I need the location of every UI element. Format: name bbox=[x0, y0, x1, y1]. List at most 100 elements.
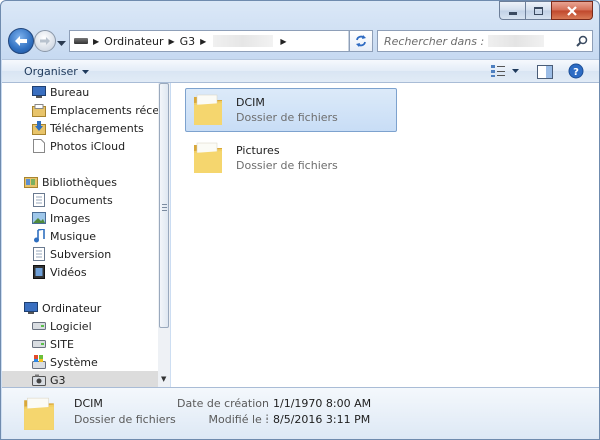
nav-item-drive-site[interactable]: SITE bbox=[2, 335, 158, 353]
nav-item-label: Emplacements récents bbox=[50, 103, 158, 117]
preview-pane-icon bbox=[537, 65, 553, 79]
nav-item-label: Musique bbox=[50, 229, 96, 243]
nav-item-recent-places[interactable]: Emplacements récents bbox=[2, 101, 158, 119]
explorer-window: ▶ Ordinateur ▶ G3 ▶ ▶ Rechercher dans : bbox=[0, 0, 600, 440]
preview-pane-button[interactable] bbox=[537, 65, 553, 82]
breadcrumb-g3[interactable]: G3 bbox=[180, 35, 196, 48]
nav-item-music[interactable]: Musique bbox=[2, 227, 158, 245]
organize-label: Organiser bbox=[24, 65, 78, 78]
nav-item-label: Vidéos bbox=[50, 265, 87, 279]
search-icon[interactable] bbox=[576, 35, 588, 47]
recent-places-icon bbox=[32, 103, 46, 117]
navigation-bar: ▶ Ordinateur ▶ G3 ▶ ▶ Rechercher dans : bbox=[1, 27, 599, 57]
recent-pages-button[interactable] bbox=[57, 37, 67, 47]
minimize-button[interactable] bbox=[499, 1, 525, 20]
forward-arrow-icon bbox=[40, 37, 50, 45]
folder-name: Pictures bbox=[236, 144, 280, 157]
nav-item-downloads[interactable]: Téléchargements bbox=[2, 119, 158, 137]
help-icon: ? bbox=[568, 63, 584, 79]
search-redacted bbox=[488, 35, 545, 47]
breadcrumb-separator[interactable]: ▶ bbox=[200, 37, 206, 46]
breadcrumb-separator[interactable]: ▶ bbox=[280, 37, 286, 46]
nav-item-label: G3 bbox=[50, 373, 66, 387]
drive-icon bbox=[32, 319, 46, 333]
back-button[interactable] bbox=[8, 28, 34, 54]
nav-item-desktop[interactable]: Bureau bbox=[2, 83, 158, 101]
nav-item-label: Bibliothèques bbox=[42, 175, 117, 189]
videos-icon bbox=[32, 265, 46, 279]
nav-item-label: SITE bbox=[50, 337, 74, 351]
details-pane: DCIM Dossier de fichiers Date de créatio… bbox=[2, 387, 599, 439]
chevron-down-icon bbox=[57, 41, 66, 46]
folder-item-dcim[interactable]: DCIM Dossier de fichiers bbox=[185, 88, 397, 132]
details-modified-value: 8/5/2016 3:11 PM bbox=[273, 413, 371, 426]
forward-button[interactable] bbox=[34, 30, 56, 52]
nav-item-label: Bureau bbox=[50, 85, 90, 99]
nav-item-videos[interactable]: Vidéos bbox=[2, 263, 158, 281]
desktop-icon bbox=[32, 85, 46, 99]
scrollbar-thumb[interactable] bbox=[159, 83, 169, 328]
folder-icon bbox=[24, 397, 54, 430]
nav-item-label: Photos iCloud bbox=[50, 139, 126, 153]
details-created-value: 1/1/1970 8:00 AM bbox=[273, 397, 372, 410]
navigation-scrollbar[interactable]: ▼ bbox=[158, 83, 170, 387]
drive-icon bbox=[74, 38, 88, 44]
nav-item-label: Subversion bbox=[50, 247, 112, 261]
help-button[interactable]: ? bbox=[568, 63, 584, 82]
folder-text: Pictures Dossier de fichiers bbox=[236, 144, 338, 172]
details-type: Dossier de fichiers bbox=[74, 413, 176, 426]
folder-icon bbox=[194, 142, 222, 173]
camera-device-icon bbox=[32, 373, 46, 387]
system-drive-icon bbox=[32, 355, 46, 369]
folder-icon bbox=[194, 94, 222, 125]
back-arrow-icon bbox=[15, 36, 27, 46]
icloud-photos-icon bbox=[32, 139, 46, 153]
scrollbar-grip-icon bbox=[162, 204, 167, 211]
address-bar[interactable]: ▶ Ordinateur ▶ G3 ▶ ▶ bbox=[69, 30, 371, 52]
nav-item-label: Documents bbox=[50, 193, 113, 207]
downloads-icon bbox=[32, 121, 46, 135]
view-options-icon bbox=[491, 65, 505, 77]
search-placeholder: Rechercher dans : bbox=[384, 34, 485, 48]
nav-item-icloud-photos[interactable]: Photos iCloud bbox=[2, 137, 158, 155]
navigation-pane: Bureau Emplacements récents Téléchargeme… bbox=[2, 83, 158, 387]
pictures-icon bbox=[32, 211, 46, 225]
drive-icon bbox=[32, 337, 46, 351]
nav-item-drive-logiciel[interactable]: Logiciel bbox=[2, 317, 158, 335]
svg-text:?: ? bbox=[573, 67, 579, 78]
folder-item-pictures[interactable]: Pictures Dossier de fichiers bbox=[185, 136, 397, 180]
details-modified-label: Modifié le : bbox=[208, 413, 269, 426]
nav-item-device-g3[interactable]: G3 bbox=[2, 371, 158, 387]
maximize-button[interactable] bbox=[525, 1, 551, 20]
nav-item-label: Ordinateur bbox=[42, 301, 102, 315]
search-input[interactable]: Rechercher dans : bbox=[377, 30, 593, 52]
change-view-button[interactable] bbox=[490, 64, 519, 78]
documents-icon bbox=[32, 193, 46, 207]
breadcrumb-computer[interactable]: Ordinateur bbox=[104, 35, 163, 48]
breadcrumb-separator[interactable]: ▶ bbox=[93, 37, 99, 46]
nav-item-pictures[interactable]: Images bbox=[2, 209, 158, 227]
folder-text: DCIM Dossier de fichiers bbox=[236, 96, 338, 124]
chevron-down-icon bbox=[81, 69, 89, 74]
nav-item-label: Système bbox=[50, 355, 98, 369]
minimize-icon bbox=[508, 11, 517, 15]
details-name: DCIM bbox=[74, 397, 103, 410]
refresh-icon bbox=[356, 35, 366, 47]
subversion-icon bbox=[32, 247, 46, 261]
nav-item-libraries[interactable]: Bibliothèques bbox=[2, 173, 158, 191]
scroll-down-arrow-icon[interactable]: ▼ bbox=[161, 375, 166, 383]
file-list: DCIM Dossier de fichiers Pictures Dossie… bbox=[171, 83, 599, 387]
refresh-button[interactable] bbox=[349, 30, 373, 52]
organize-button[interactable]: Organiser bbox=[24, 65, 89, 78]
caption-buttons bbox=[499, 1, 593, 20]
close-button[interactable] bbox=[551, 1, 593, 20]
nav-item-label: Logiciel bbox=[50, 319, 92, 333]
nav-item-subversion[interactable]: Subversion bbox=[2, 245, 158, 263]
nav-item-documents[interactable]: Documents bbox=[2, 191, 158, 209]
nav-item-computer[interactable]: Ordinateur bbox=[2, 299, 158, 317]
command-bar: Organiser ? bbox=[2, 59, 599, 83]
breadcrumb-separator[interactable]: ▶ bbox=[168, 37, 174, 46]
folder-type: Dossier de fichiers bbox=[236, 111, 338, 124]
nav-item-drive-system[interactable]: Système bbox=[2, 353, 158, 371]
folder-type: Dossier de fichiers bbox=[236, 159, 338, 172]
